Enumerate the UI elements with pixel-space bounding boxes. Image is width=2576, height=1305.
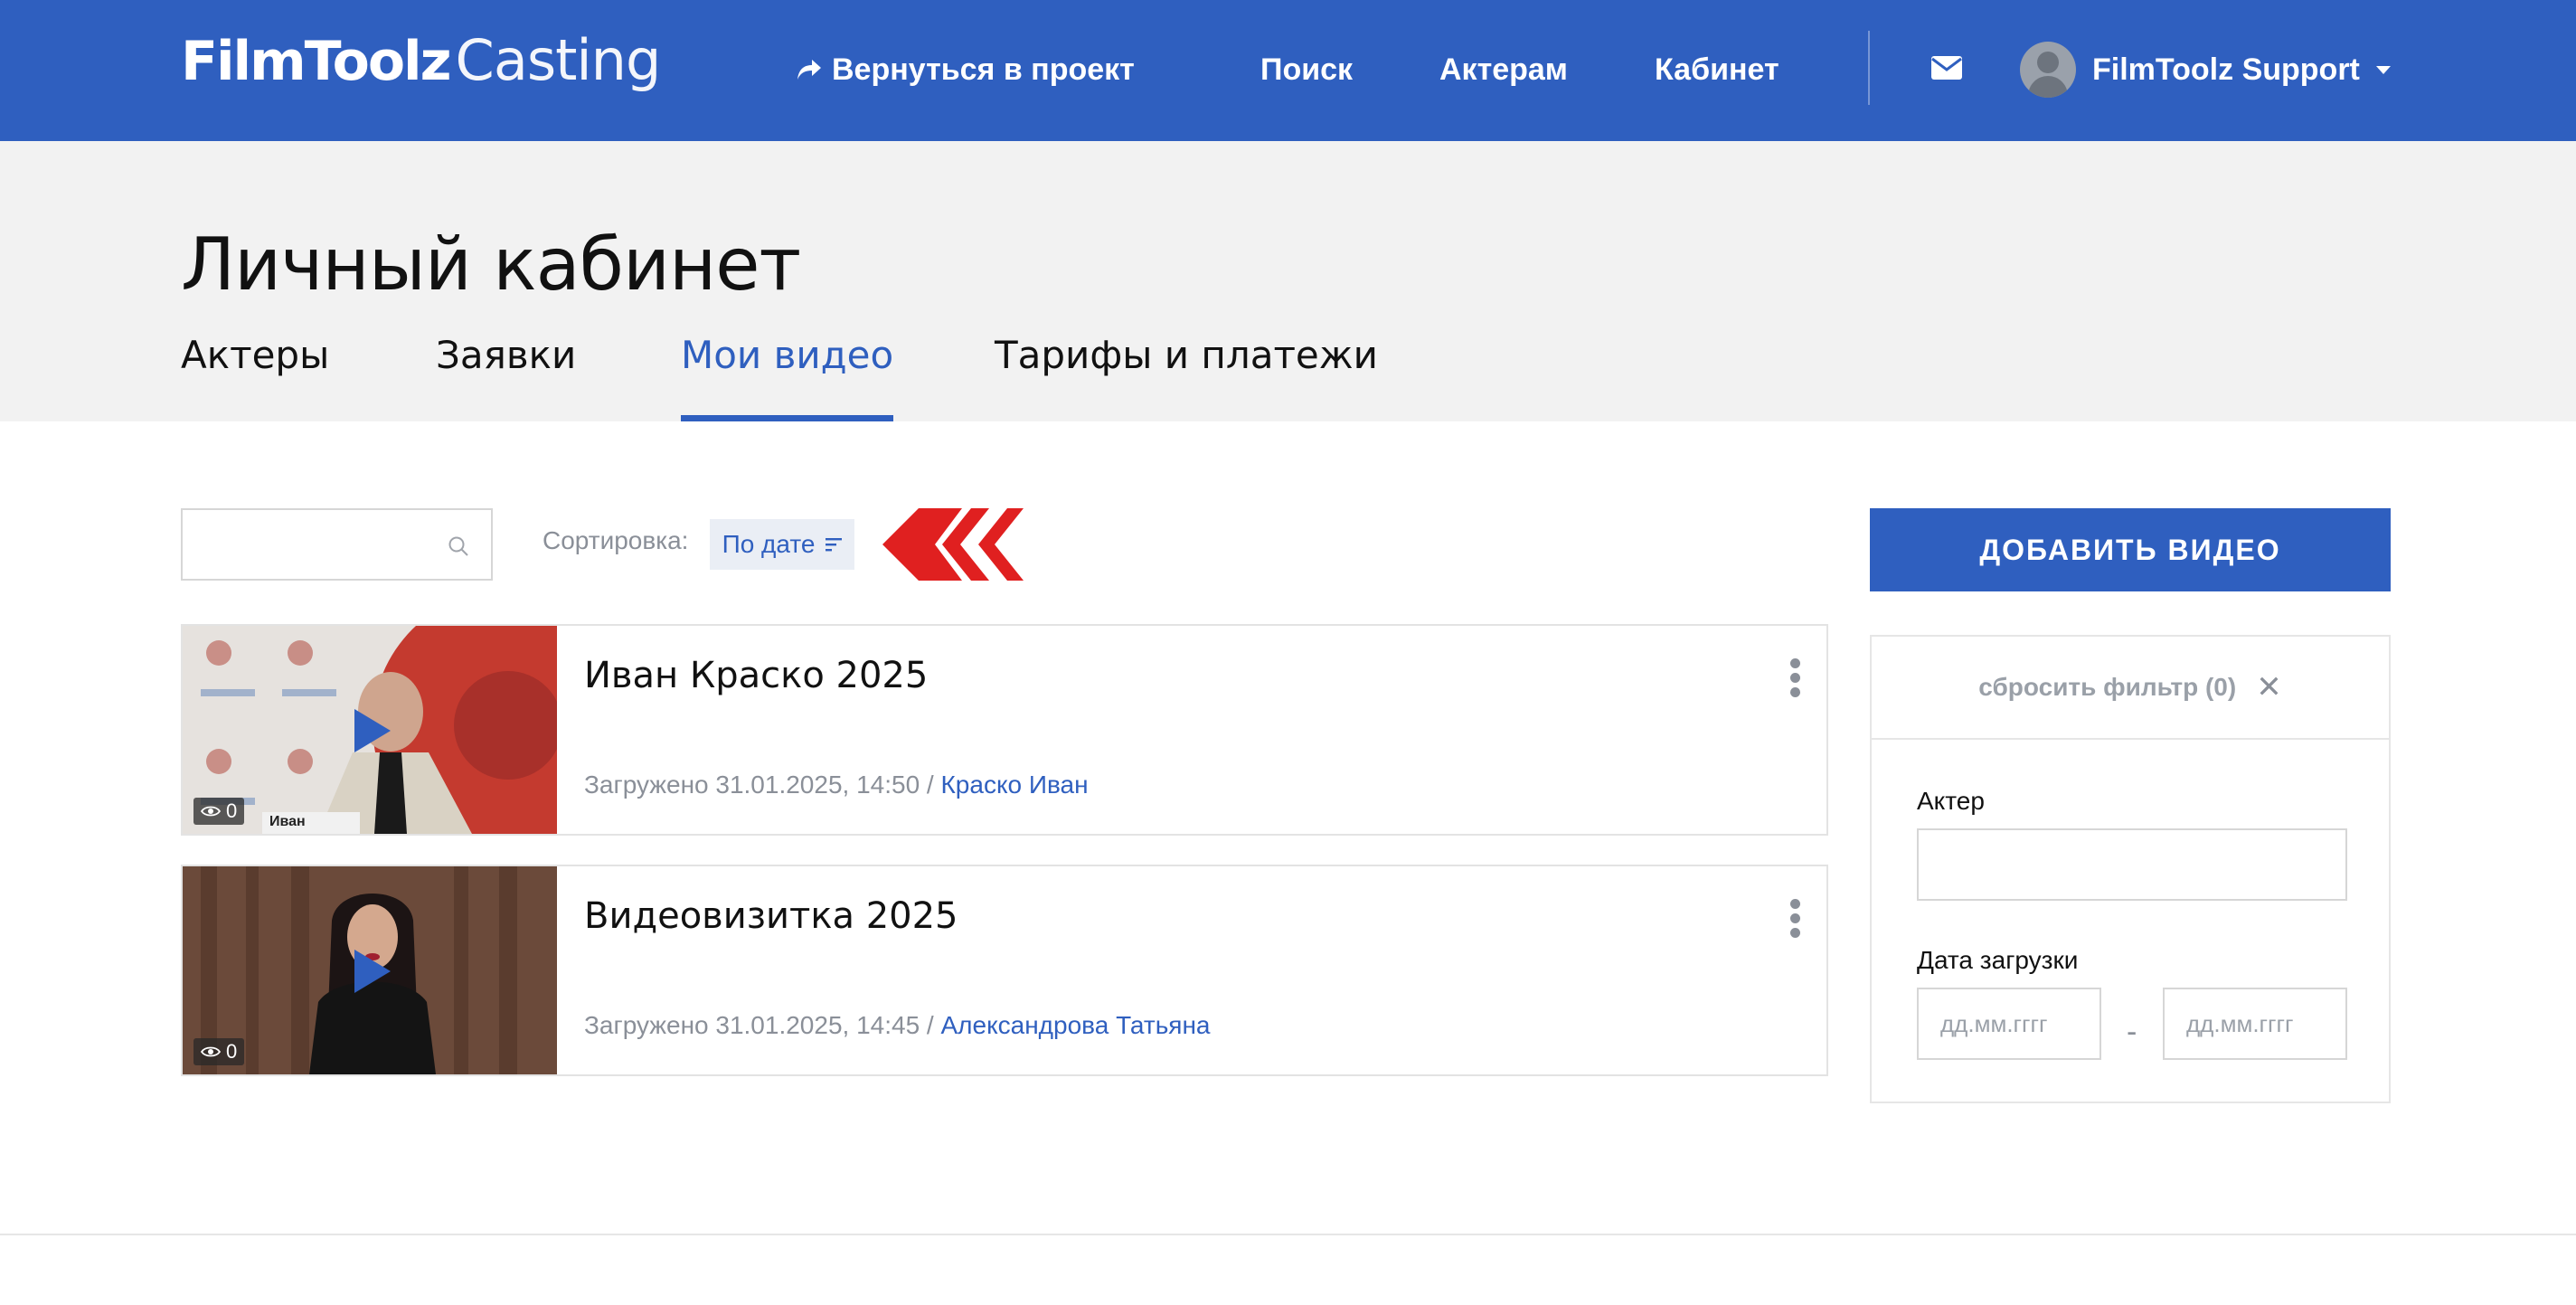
video-card[interactable]: Иван 0 Иван Краско 2025 Загружено 31.01.… bbox=[181, 624, 1828, 836]
video-meta: Загружено 31.01.2025, 14:45 / Александро… bbox=[584, 1011, 1211, 1040]
avatar bbox=[2020, 42, 2076, 98]
footer-divider bbox=[0, 1234, 2576, 1235]
page-header: Личный кабинет Актеры Заявки Мои видео Т… bbox=[0, 141, 2576, 421]
search-icon[interactable] bbox=[448, 535, 469, 557]
video-meta: Загружено 31.01.2025, 14:50 / Краско Ива… bbox=[584, 771, 1089, 799]
more-vertical-icon[interactable] bbox=[1790, 658, 1801, 698]
video-thumbnail[interactable]: 0 bbox=[183, 866, 557, 1074]
top-navbar: FilmToolz Casting Вернуться в проект Пои… bbox=[0, 0, 2576, 141]
date-to-input[interactable] bbox=[2163, 988, 2347, 1060]
share-forward-icon bbox=[797, 60, 821, 80]
video-title[interactable]: Видеовизитка 2025 bbox=[584, 895, 958, 937]
add-video-button[interactable]: ДОБАВИТЬ ВИДЕО bbox=[1870, 508, 2391, 591]
tab-applications[interactable]: Заявки bbox=[436, 333, 576, 421]
mail-icon[interactable] bbox=[1931, 56, 1962, 80]
eye-icon bbox=[201, 1046, 221, 1057]
play-icon[interactable] bbox=[354, 950, 391, 993]
sort-lines-icon bbox=[826, 538, 843, 552]
upload-date: Загружено 31.01.2025, 14:50 / bbox=[584, 771, 941, 799]
upload-date-label: Дата загрузки bbox=[1917, 946, 2079, 974]
actor-filter-label: Актер bbox=[1917, 787, 1985, 815]
upload-date: Загружено 31.01.2025, 14:45 / bbox=[584, 1011, 941, 1039]
sort-by-date-button[interactable]: По дате bbox=[710, 519, 854, 570]
play-icon[interactable] bbox=[354, 709, 391, 752]
nav-actors[interactable]: Актерам bbox=[1439, 45, 1568, 94]
search-field bbox=[181, 508, 493, 581]
red-chevrons-left-icon bbox=[882, 508, 1024, 581]
filmtoolz-logo[interactable]: FilmToolz Casting bbox=[181, 27, 662, 99]
user-name: FilmToolz Support bbox=[2092, 52, 2360, 87]
view-count: 0 bbox=[226, 1040, 238, 1063]
actor-filter-input[interactable] bbox=[1917, 828, 2347, 901]
sort-label: Сортировка: bbox=[543, 526, 689, 554]
reset-filter-label: сбросить фильтр (0) bbox=[1978, 673, 2237, 701]
back-to-project-label: Вернуться в проект bbox=[832, 52, 1135, 87]
nav-search[interactable]: Поиск bbox=[1260, 45, 1353, 94]
nav-divider bbox=[1868, 31, 1870, 105]
tab-actors[interactable]: Актеры bbox=[181, 333, 329, 421]
video-card[interactable]: 0 Видеовизитка 2025 Загружено 31.01.2025… bbox=[181, 865, 1828, 1076]
nav-cabinet[interactable]: Кабинет bbox=[1655, 45, 1779, 94]
search-input[interactable] bbox=[183, 510, 445, 579]
date-from-input[interactable] bbox=[1917, 988, 2101, 1060]
tab-tariffs-payments[interactable]: Тарифы и платежи bbox=[995, 333, 1378, 421]
video-thumbnail[interactable]: Иван 0 bbox=[183, 626, 557, 834]
video-title[interactable]: Иван Краско 2025 bbox=[584, 655, 928, 696]
tab-my-videos[interactable]: Мои видео bbox=[681, 333, 894, 421]
view-count: 0 bbox=[226, 799, 238, 822]
logo-bold-text: FilmToolz bbox=[181, 30, 452, 93]
chevron-down-icon bbox=[2375, 65, 2391, 74]
logo-light-text: Casting bbox=[455, 27, 662, 93]
date-range-separator: - bbox=[2127, 1015, 2137, 1049]
eye-icon bbox=[201, 806, 221, 817]
thumbnail-caption: Иван bbox=[269, 814, 306, 829]
filter-panel: сбросить фильтр (0) ✕ Актер Дата загрузк… bbox=[1870, 635, 2391, 1103]
actor-link[interactable]: Александрова Татьяна bbox=[941, 1011, 1211, 1039]
back-to-project-link[interactable]: Вернуться в проект bbox=[796, 45, 1135, 94]
actor-link[interactable]: Краско Иван bbox=[941, 771, 1089, 799]
close-icon: ✕ bbox=[2256, 670, 2282, 705]
user-menu[interactable]: FilmToolz Support bbox=[2020, 38, 2391, 101]
sort-value: По дате bbox=[722, 530, 816, 558]
reset-filter-button[interactable]: сбросить фильтр (0) ✕ bbox=[1872, 637, 2389, 740]
more-vertical-icon[interactable] bbox=[1790, 899, 1801, 939]
page-title: Личный кабинет bbox=[181, 222, 801, 307]
view-count-badge: 0 bbox=[193, 798, 245, 825]
view-count-badge: 0 bbox=[193, 1038, 245, 1065]
